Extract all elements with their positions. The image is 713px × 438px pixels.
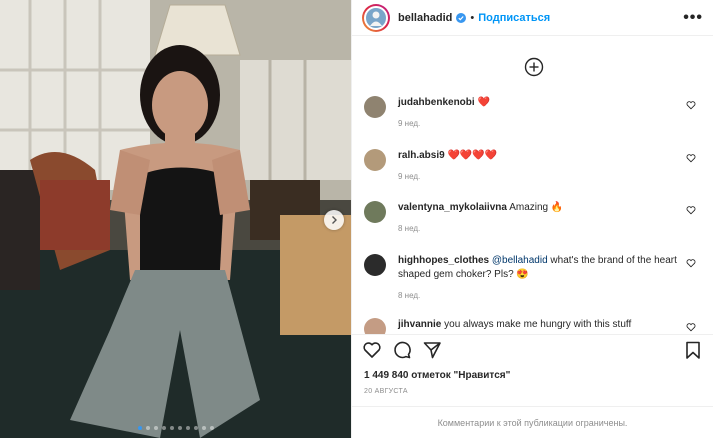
avatar-image <box>370 11 382 26</box>
comment-icon[interactable] <box>392 340 412 360</box>
likes-count[interactable]: 1 449 840 отметок "Нравится" <box>352 364 713 384</box>
heart-icon[interactable] <box>686 205 696 215</box>
heart-icon[interactable] <box>686 153 696 163</box>
comment-text: ❤️❤️❤️❤️ <box>447 150 498 161</box>
carousel-indicator <box>0 426 351 430</box>
verified-icon <box>456 12 467 23</box>
comments-restricted-notice: Комментарии к этой публикации ограничены… <box>352 406 713 438</box>
carousel-dot <box>185 426 190 430</box>
owner-avatar[interactable] <box>362 3 390 32</box>
post-header: bellahadid • Подписаться ••• <box>352 0 713 36</box>
action-bar <box>352 334 713 364</box>
comment-body: highhopes_clothes @bellahadid what's the… <box>398 254 680 303</box>
comment-time: 8 нед. <box>398 291 421 300</box>
commenter-avatar[interactable] <box>364 254 386 276</box>
heart-icon[interactable] <box>686 100 696 110</box>
chevron-right-icon <box>332 216 337 224</box>
post-photo[interactable] <box>0 0 351 438</box>
instagram-post: bellahadid • Подписаться ••• judahbenken… <box>0 0 713 438</box>
carousel-dot <box>177 426 182 430</box>
carousel-dot <box>209 426 214 430</box>
heart-icon[interactable] <box>686 258 696 268</box>
comment-body: judahbenkenobi ❤️ 9 нед. <box>398 96 680 131</box>
comment-text: Amazing 🔥 <box>509 202 564 213</box>
next-photo-button[interactable] <box>324 210 344 230</box>
commenter-avatar[interactable] <box>364 149 386 171</box>
carousel-dot <box>193 426 198 430</box>
comment-username[interactable]: valentyna_mykolaiivna <box>398 202 507 213</box>
carousel-dot <box>145 426 150 430</box>
comment-body: ralh.absi9 ❤️❤️❤️❤️ 9 нед. <box>398 149 680 184</box>
header-separator: • <box>470 11 475 24</box>
comment-username[interactable]: jihvannie <box>398 319 441 330</box>
carousel-dot <box>169 426 174 430</box>
carousel-dot <box>137 426 142 430</box>
bookmark-icon[interactable] <box>683 340 703 360</box>
more-options-button[interactable]: ••• <box>683 9 703 27</box>
comment-body: valentyna_mykolaiivna Amazing 🔥 8 нед. <box>398 201 680 236</box>
carousel-dot <box>201 426 206 430</box>
comments-list[interactable]: judahbenkenobi ❤️ 9 нед. ralh.absi9 ❤️❤️… <box>352 36 713 334</box>
carousel-dot <box>153 426 158 430</box>
post-sidebar: bellahadid • Подписаться ••• judahbenken… <box>351 0 713 438</box>
share-icon[interactable] <box>422 340 442 360</box>
comment-text: ❤️ <box>477 97 490 108</box>
comment-time: 8 нед. <box>398 224 421 233</box>
comment-username[interactable]: judahbenkenobi <box>398 97 475 108</box>
follow-button[interactable]: Подписаться <box>478 12 550 24</box>
carousel-dot <box>161 426 166 430</box>
photo-image <box>0 0 351 438</box>
comment-username[interactable]: ralh.absi9 <box>398 150 445 161</box>
commenter-avatar[interactable] <box>364 318 386 334</box>
comment-mention[interactable]: @bellahadid <box>492 255 548 266</box>
comment-time: 9 нед. <box>398 172 421 181</box>
commenter-avatar[interactable] <box>364 201 386 223</box>
heart-icon[interactable] <box>686 322 696 332</box>
comment-text: you always make me hungry with this stuf… <box>444 319 632 330</box>
owner-username[interactable]: bellahadid <box>398 12 452 24</box>
comment-time: 9 нед. <box>398 119 421 128</box>
commenter-avatar[interactable] <box>364 96 386 118</box>
post-date: 20 АВГУСТА <box>364 388 408 395</box>
comment-body: jihvannie you always make me hungry with… <box>398 318 680 332</box>
heart-icon[interactable] <box>362 340 382 360</box>
plus-circle-icon[interactable] <box>523 56 545 78</box>
comment-username[interactable]: highhopes_clothes <box>398 255 489 266</box>
